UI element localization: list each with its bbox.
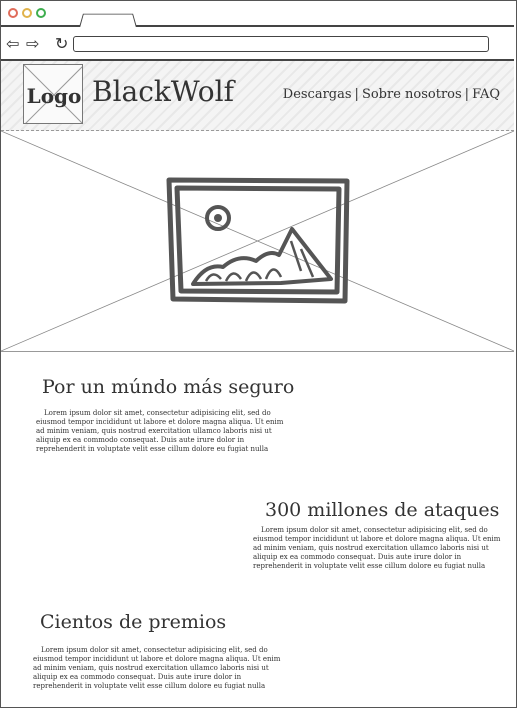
maximize-window-dot[interactable] (36, 8, 46, 18)
logo-label: Logo (26, 84, 82, 108)
section-text-2: Lorem ipsum dolor sit amet, consectetur … (253, 526, 501, 570)
image-placeholder-icon (0, 130, 515, 352)
section-text-3: Lorem ipsum dolor sit amet, consectetur … (33, 646, 281, 690)
logo-placeholder[interactable]: Logo (23, 64, 83, 124)
main-nav: Descargas | Sobre nosotros | FAQ (283, 87, 500, 102)
back-arrow-icon[interactable]: ⇦ (6, 36, 19, 52)
section-title-2: 300 millones de ataques (265, 499, 500, 521)
hero-image-placeholder (0, 130, 515, 352)
nav-link-faq[interactable]: FAQ (472, 87, 500, 102)
reload-icon[interactable]: ↻ (55, 36, 68, 52)
section-title-1: Por un múndo más seguro (42, 376, 295, 398)
close-window-dot[interactable] (8, 8, 18, 18)
minimize-window-dot[interactable] (22, 8, 32, 18)
section-text-1: Lorem ipsum dolor sit amet, consectetur … (36, 409, 284, 453)
nav-separator: | (354, 87, 359, 102)
site-header: Logo BlackWolf Descargas | Sobre nosotros |… (1, 61, 514, 131)
nav-link-sobre-nosotros[interactable]: Sobre nosotros (362, 87, 462, 102)
nav-link-descargas[interactable]: Descargas (283, 87, 352, 102)
forward-arrow-icon[interactable]: ⇨ (26, 36, 39, 52)
browser-nav-bar: ⇦ ⇨ ↻ (1, 27, 514, 61)
browser-title-bar (1, 1, 514, 29)
nav-separator: | (464, 87, 470, 102)
brand-name: BlackWolf (92, 75, 234, 108)
address-bar[interactable] (73, 36, 489, 52)
section-title-3: Cientos de premios (40, 611, 227, 633)
